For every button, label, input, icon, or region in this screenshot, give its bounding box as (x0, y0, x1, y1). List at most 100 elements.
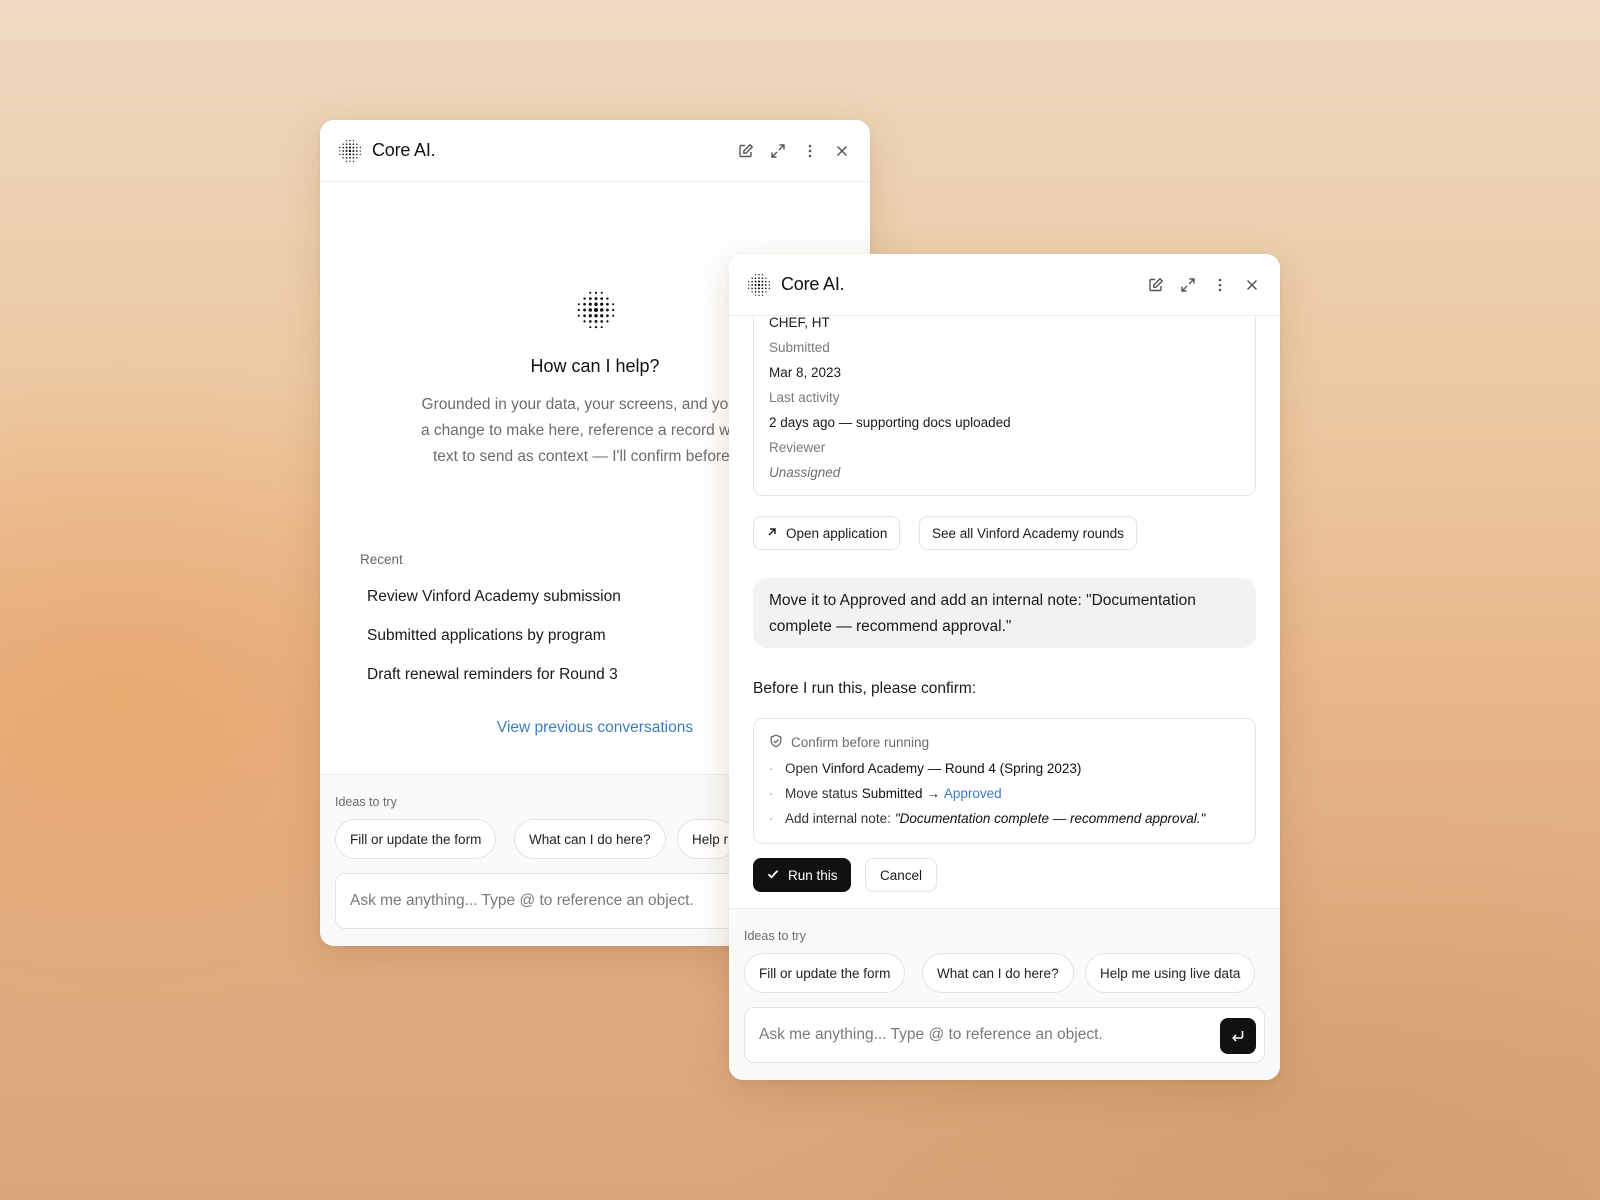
edit-icon[interactable] (1146, 275, 1166, 295)
logo-dot (758, 290, 760, 293)
expand-icon[interactable] (768, 141, 788, 161)
logo-dot (600, 291, 603, 294)
close-icon[interactable] (832, 141, 852, 161)
ask-placeholder: Ask me anything... Type @ to reference a… (350, 892, 694, 909)
logo-dot (754, 276, 757, 279)
logo-dot (606, 308, 609, 312)
logo-dot (583, 297, 586, 300)
open-application-label: Open application (786, 525, 888, 541)
idea-chip[interactable]: What can I do here? (922, 953, 1074, 993)
logo-dot (356, 146, 358, 148)
confirm-lead-text: Before I run this, please confirm: (753, 680, 977, 697)
dot-grid-logo-icon (576, 290, 616, 330)
logo-dot (754, 290, 757, 293)
logo-dot (761, 283, 764, 286)
recent-item[interactable]: Review Vinford Academy submission (367, 588, 621, 606)
ideas-label: Ideas to try (335, 795, 397, 809)
logo-dot (345, 152, 348, 155)
step-prefix: Open (785, 761, 819, 776)
conversation-area[interactable]: CHEF, HT Submitted Mar 8, 2023 Last acti… (729, 316, 1280, 908)
open-application-button[interactable]: Open application (753, 516, 901, 550)
logo-dot (600, 326, 603, 329)
ideas-label: Ideas to try (744, 929, 806, 943)
confirm-card: Confirm before running · Open Vinford Ac… (753, 718, 1256, 844)
logo-dot (577, 314, 580, 317)
logo-dot (352, 146, 355, 149)
enter-return-icon[interactable] (1220, 1018, 1256, 1054)
logo-dot (751, 280, 753, 282)
ask-input[interactable]: Ask me anything... Type @ to reference a… (744, 1007, 1265, 1063)
recent-item[interactable]: Draft renewal reminders for Round 3 (367, 666, 618, 684)
bullet: · (769, 811, 774, 826)
logo-dot (356, 149, 358, 152)
logo-dot (342, 149, 344, 152)
cancel-button[interactable]: Cancel (865, 858, 938, 892)
logo-dot (588, 302, 592, 306)
logo-dot (600, 314, 604, 318)
reviewer-value: Unassigned (769, 465, 841, 480)
panel-header: Core AI. (729, 254, 1280, 316)
logo-dot (577, 303, 580, 306)
logo-dot (600, 302, 604, 306)
logo-dot (359, 153, 361, 155)
run-this-label: Run this (788, 867, 838, 883)
logo-dot (349, 160, 351, 162)
bullet: · (769, 761, 774, 776)
recent-item[interactable]: Submitted applications by program (367, 627, 606, 645)
idea-chip[interactable]: What can I do here? (514, 819, 666, 859)
more-vertical-icon[interactable] (1210, 275, 1230, 295)
logo-dot (342, 146, 344, 148)
ask-placeholder: Ask me anything... Type @ to reference a… (759, 1026, 1103, 1043)
logo-dot (606, 314, 609, 318)
logo-dot (761, 280, 764, 283)
logo-dot (345, 142, 348, 145)
confirm-step: · Add internal note: "Documentation comp… (769, 811, 1205, 826)
logo-dot (594, 291, 598, 294)
edit-icon[interactable] (736, 141, 756, 161)
step-prefix: Move status (785, 786, 858, 801)
logo-dot (761, 276, 764, 279)
logo-dot (356, 153, 358, 155)
run-this-button[interactable]: Run this (753, 858, 851, 892)
idea-chip[interactable]: Fill or update the form (335, 819, 497, 859)
logo-dot (761, 290, 764, 293)
logo-dot (352, 156, 355, 159)
logo-dot (765, 276, 767, 279)
dot-grid-logo-icon (338, 139, 362, 163)
dot-grid-logo-icon (747, 273, 771, 297)
logo-dot (352, 142, 355, 145)
close-icon[interactable] (1242, 275, 1262, 295)
logo-dot (758, 294, 760, 296)
see-all-rounds-button[interactable]: See all Vinford Academy rounds (919, 516, 1137, 550)
logo-dot (352, 149, 355, 152)
expand-icon[interactable] (1178, 275, 1198, 295)
more-vertical-icon[interactable] (800, 141, 820, 161)
logo-dot (359, 149, 361, 152)
step-prefix: Add internal note: (785, 811, 891, 826)
logo-dot (352, 139, 355, 141)
idea-chip[interactable]: Help r (677, 819, 737, 859)
panel-footer: Ideas to try Fill or update the form Wha… (729, 908, 1280, 1080)
logo-dot (588, 314, 592, 318)
logo-dot (594, 326, 598, 329)
submitted-label: Submitted (769, 340, 830, 355)
logo-dot (606, 297, 609, 300)
logo-dot (593, 307, 599, 313)
logo-dot (751, 283, 753, 286)
logo-dot (339, 146, 341, 148)
logo-dot (345, 156, 348, 159)
logo-dot (577, 308, 580, 312)
step-from-status: Submitted → (861, 786, 940, 801)
logo-dot (348, 149, 352, 152)
logo-dot (352, 152, 355, 155)
last-activity-label: Last activity (769, 390, 840, 405)
logo-dot (612, 303, 615, 306)
logo-dot (348, 152, 352, 155)
step-note: "Documentation complete — recommend appr… (894, 811, 1206, 826)
idea-chip[interactable]: Fill or update the form (744, 953, 906, 993)
logo-dot (588, 320, 592, 323)
logo-dot (594, 297, 598, 300)
confirm-step: · Open Vinford Academy — Round 4 (Spring… (769, 761, 1081, 776)
idea-chip[interactable]: Help me using live data (1085, 953, 1255, 993)
logo-dot (339, 149, 341, 152)
